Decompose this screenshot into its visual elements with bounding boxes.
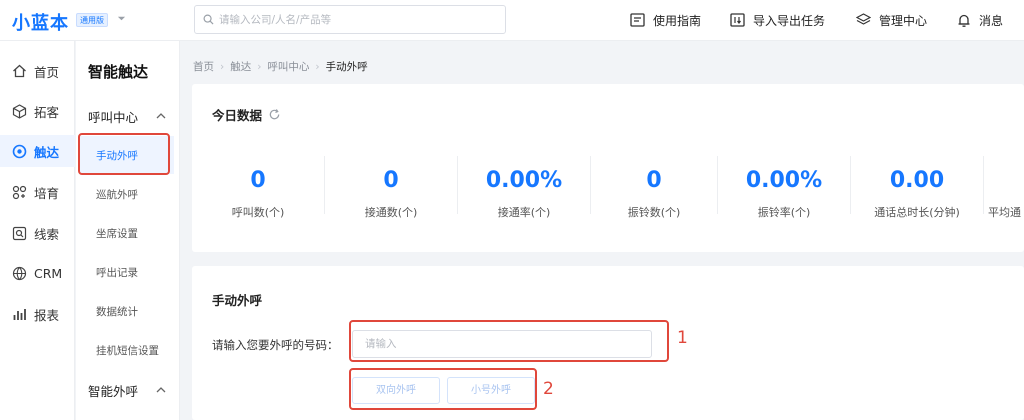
stat-ring-rate: 0.00% 振铃率(个) <box>718 168 850 219</box>
breadcrumb-call-center[interactable]: 呼叫中心 <box>267 59 309 74</box>
layers-icon <box>856 13 871 25</box>
stat-call-count: 0 呼叫数(个) <box>192 168 324 219</box>
bell-icon <box>958 14 970 27</box>
subnav-title: 智能触达 <box>88 63 149 81</box>
stat-value: 0.00% <box>485 168 563 193</box>
home-icon <box>13 64 26 78</box>
subnav-item-data-statistics[interactable]: 数据统计 <box>80 292 174 330</box>
stat-label: 通话总时长(分钟) <box>874 206 960 219</box>
sidebar-item-crm[interactable]: CRM <box>0 257 75 289</box>
breadcrumb-separator-icon: › <box>315 60 320 73</box>
crm-icon <box>12 266 27 280</box>
nav-management-center-label: 管理中心 <box>879 13 928 28</box>
nurture-icon <box>12 185 27 199</box>
stat-label: 接通数(个) <box>364 206 418 219</box>
stat-ring-count: 0 振铃数(个) <box>591 168 717 219</box>
annotation-number-2: 2 <box>543 379 554 399</box>
stat-label: 振铃率(个) <box>757 206 811 219</box>
sidebar-item-home[interactable]: 首页 <box>0 55 75 87</box>
breadcrumb-separator-icon: › <box>257 60 262 73</box>
sidebar-item-reach[interactable]: 触达 <box>0 135 75 167</box>
stat-label: 平均通 <box>988 206 1021 218</box>
sidebar-item-label: 线索 <box>34 226 60 242</box>
sidebar-item-leads[interactable]: 线索 <box>0 217 75 249</box>
sub-navigation: 智能触达 呼叫中心 手动外呼 巡航外呼 坐席设置 呼出记录 数据统计 挂机短信设… <box>76 41 180 420</box>
stat-label: 接通率(个) <box>497 206 551 219</box>
nav-import-export[interactable]: 导入导出任务 <box>730 11 825 29</box>
subnav-item-hangup-sms[interactable]: 挂机短信设置 <box>80 331 174 369</box>
guide-icon <box>630 13 645 27</box>
stat-value: 0.00% <box>745 168 823 193</box>
annotation-box-input <box>349 320 669 362</box>
stat-label: 呼叫数(个) <box>231 206 285 219</box>
chevron-down-icon[interactable] <box>117 14 126 23</box>
sidebar-item-nurture[interactable]: 培育 <box>0 176 75 208</box>
report-icon <box>13 308 26 320</box>
global-search[interactable] <box>194 5 506 34</box>
import-export-icon <box>730 13 745 27</box>
app-logo[interactable]: 小蓝本 <box>12 9 69 35</box>
stat-total-duration: 0.00 通话总时长(分钟) <box>851 168 983 219</box>
stat-value: 0 <box>646 168 662 193</box>
cube-icon <box>12 103 27 119</box>
nav-messages-label: 消息 <box>979 13 1004 28</box>
stat-average-duration: 平均通 <box>984 168 1024 218</box>
nav-import-export-label: 导入导出任务 <box>753 13 826 28</box>
breadcrumb-separator-icon: › <box>220 60 225 73</box>
top-header: 小蓝本 通用版 使用指南 导入导出任务 管理中心 <box>0 0 1024 41</box>
sidebar-item-label: 拓客 <box>34 104 60 120</box>
sidebar-item-prospecting[interactable]: 拓客 <box>0 95 75 127</box>
chevron-up-icon <box>156 113 166 119</box>
refresh-icon[interactable] <box>268 108 281 121</box>
chevron-up-icon <box>156 387 166 393</box>
annotation-box-buttons <box>349 368 537 410</box>
today-data-title: 今日数据 <box>212 105 281 124</box>
today-data-card: 今日数据 0 呼叫数(个) 0 接通数(个) 0.00% 接通率(个) 0 振铃… <box>192 84 1024 252</box>
sidebar-item-label: CRM <box>34 265 63 281</box>
target-icon <box>12 144 27 158</box>
stat-label: 振铃数(个) <box>627 206 681 219</box>
sidebar-item-label: 触达 <box>34 144 60 160</box>
subnav-item-call-records[interactable]: 呼出记录 <box>80 253 174 291</box>
sidebar-item-label: 报表 <box>34 307 60 323</box>
subnav-item-cruise-call[interactable]: 巡航外呼 <box>80 175 174 213</box>
sidebar-item-label: 培育 <box>34 185 60 201</box>
today-data-title-text: 今日数据 <box>212 108 263 123</box>
edition-badge[interactable]: 通用版 <box>76 13 108 27</box>
subnav-item-seat-settings[interactable]: 坐席设置 <box>80 214 174 252</box>
group-label: 呼叫中心 <box>88 109 139 125</box>
stat-value: 0 <box>250 168 266 193</box>
search-icon <box>203 14 214 25</box>
nav-management-center[interactable]: 管理中心 <box>856 11 927 29</box>
sidebar-item-label: 首页 <box>34 64 60 80</box>
manual-call-title: 手动外呼 <box>212 293 263 308</box>
stat-connect-rate: 0.00% 接通率(个) <box>458 168 590 219</box>
group-smart-call[interactable]: 智能外呼 <box>76 377 180 403</box>
group-call-center[interactable]: 呼叫中心 <box>76 103 180 129</box>
nav-messages[interactable]: 消息 <box>957 11 1003 29</box>
breadcrumb-current: 手动外呼 <box>325 61 368 73</box>
annotation-box-manual-call <box>78 133 170 175</box>
clue-icon <box>12 226 27 240</box>
annotation-number-1: 1 <box>677 328 688 348</box>
nav-user-guide-label: 使用指南 <box>653 13 702 28</box>
main-sidebar: 首页 拓客 触达 培育 线索 CRM 报表 <box>0 41 75 420</box>
phone-number-label: 请输入您要外呼的号码： <box>212 338 339 352</box>
sidebar-item-reports[interactable]: 报表 <box>0 298 75 330</box>
search-input[interactable] <box>219 6 499 33</box>
nav-user-guide[interactable]: 使用指南 <box>630 11 701 29</box>
breadcrumb-home[interactable]: 首页 <box>193 59 214 74</box>
stat-value: 0.00 <box>889 168 945 193</box>
group-label: 智能外呼 <box>88 383 139 399</box>
stat-connected-count: 0 接通数(个) <box>325 168 457 219</box>
breadcrumb: 首页 › 触达 › 呼叫中心 › 手动外呼 <box>193 59 368 74</box>
breadcrumb-reach[interactable]: 触达 <box>230 59 251 74</box>
stat-value: 0 <box>383 168 399 193</box>
